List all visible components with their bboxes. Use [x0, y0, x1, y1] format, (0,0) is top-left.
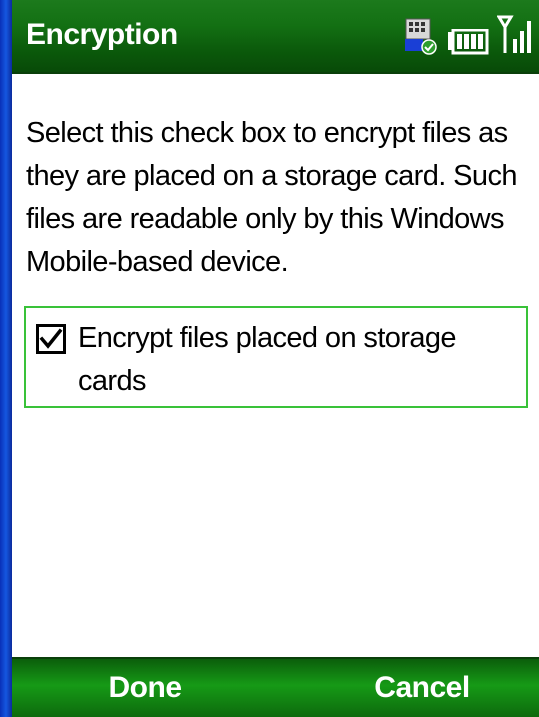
- description-text: Select this check box to encrypt files a…: [26, 117, 517, 278]
- title-bar: Encryption: [12, 0, 539, 74]
- encrypt-checkbox-label: Encrypt files placed on storage cards: [78, 322, 457, 397]
- connectivity-icon[interactable]: [403, 17, 439, 60]
- encrypt-checkbox[interactable]: [36, 324, 66, 354]
- cancel-button[interactable]: Cancel: [322, 671, 522, 705]
- status-icons: [403, 15, 531, 60]
- done-button[interactable]: Done: [45, 671, 245, 705]
- signal-icon[interactable]: [496, 15, 531, 60]
- device-frame: Encryption Select this check box to encr…: [0, 0, 539, 717]
- encrypt-option[interactable]: Encrypt files placed on storage cards: [24, 306, 528, 408]
- content-area: Select this check box to encrypt files a…: [26, 112, 531, 284]
- softkey-bar: Done Cancel: [12, 657, 539, 717]
- window-title: Encryption: [26, 18, 178, 51]
- screen: Encryption Select this check box to encr…: [12, 0, 539, 717]
- checkmark-icon: [39, 328, 63, 349]
- battery-icon[interactable]: [447, 28, 489, 60]
